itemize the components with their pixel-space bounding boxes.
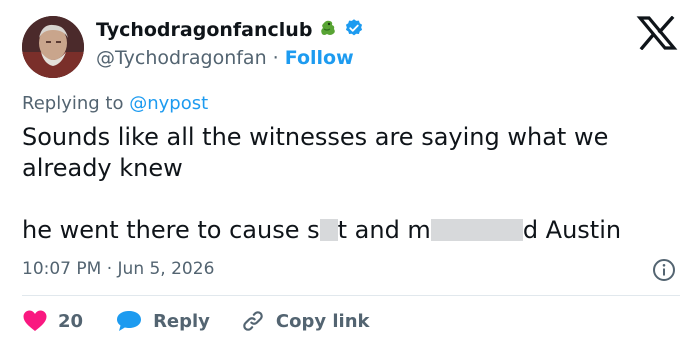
replying-prefix: Replying to bbox=[22, 93, 124, 114]
line2-part2: t and m bbox=[337, 216, 431, 244]
action-bar: 20 Reply Copy link bbox=[22, 308, 370, 334]
follow-link[interactable]: Follow bbox=[285, 47, 354, 69]
censor-bar bbox=[319, 219, 338, 241]
author-name[interactable]: Tychodragonfanclub bbox=[96, 19, 312, 41]
like-count: 20 bbox=[58, 310, 84, 332]
tweet-text-line2: he went there to cause s t and m d Austin bbox=[22, 216, 621, 244]
reply-button[interactable]: Reply bbox=[115, 309, 210, 333]
link-icon bbox=[240, 308, 266, 334]
censor-bar bbox=[430, 219, 523, 241]
divider bbox=[22, 295, 680, 296]
avatar[interactable] bbox=[22, 16, 84, 78]
verified-badge-icon bbox=[344, 18, 364, 42]
tweet-card: Tychodragonfanclub @Tychodragonfan · Fol… bbox=[0, 0, 700, 348]
line2-part1: he went there to cause s bbox=[22, 216, 320, 244]
handle-row: @Tychodragonfan · Follow bbox=[96, 47, 354, 69]
tweet-text: Sounds like all the witnesses are saying… bbox=[22, 123, 609, 182]
info-icon[interactable] bbox=[652, 258, 676, 282]
like-button[interactable]: 20 bbox=[22, 309, 83, 333]
line2-part3: d Austin bbox=[522, 216, 622, 244]
heart-icon bbox=[22, 309, 48, 333]
copy-link-label: Copy link bbox=[275, 310, 370, 332]
reply-bubble-icon bbox=[115, 309, 143, 333]
author-row: Tychodragonfanclub bbox=[96, 18, 364, 42]
author-handle[interactable]: @Tychodragonfan bbox=[96, 47, 267, 69]
copy-link-button[interactable]: Copy link bbox=[240, 308, 370, 334]
reply-mention-link[interactable]: @nypost bbox=[129, 93, 208, 114]
replying-to: Replying to @nypost bbox=[22, 93, 208, 114]
x-logo-icon[interactable] bbox=[636, 15, 678, 51]
separator: · bbox=[272, 47, 279, 69]
reply-label: Reply bbox=[153, 310, 210, 332]
tweet-timestamp[interactable]: 10:07 PM · Jun 5, 2026 bbox=[22, 259, 214, 279]
dragon-emoji-icon bbox=[318, 18, 338, 42]
